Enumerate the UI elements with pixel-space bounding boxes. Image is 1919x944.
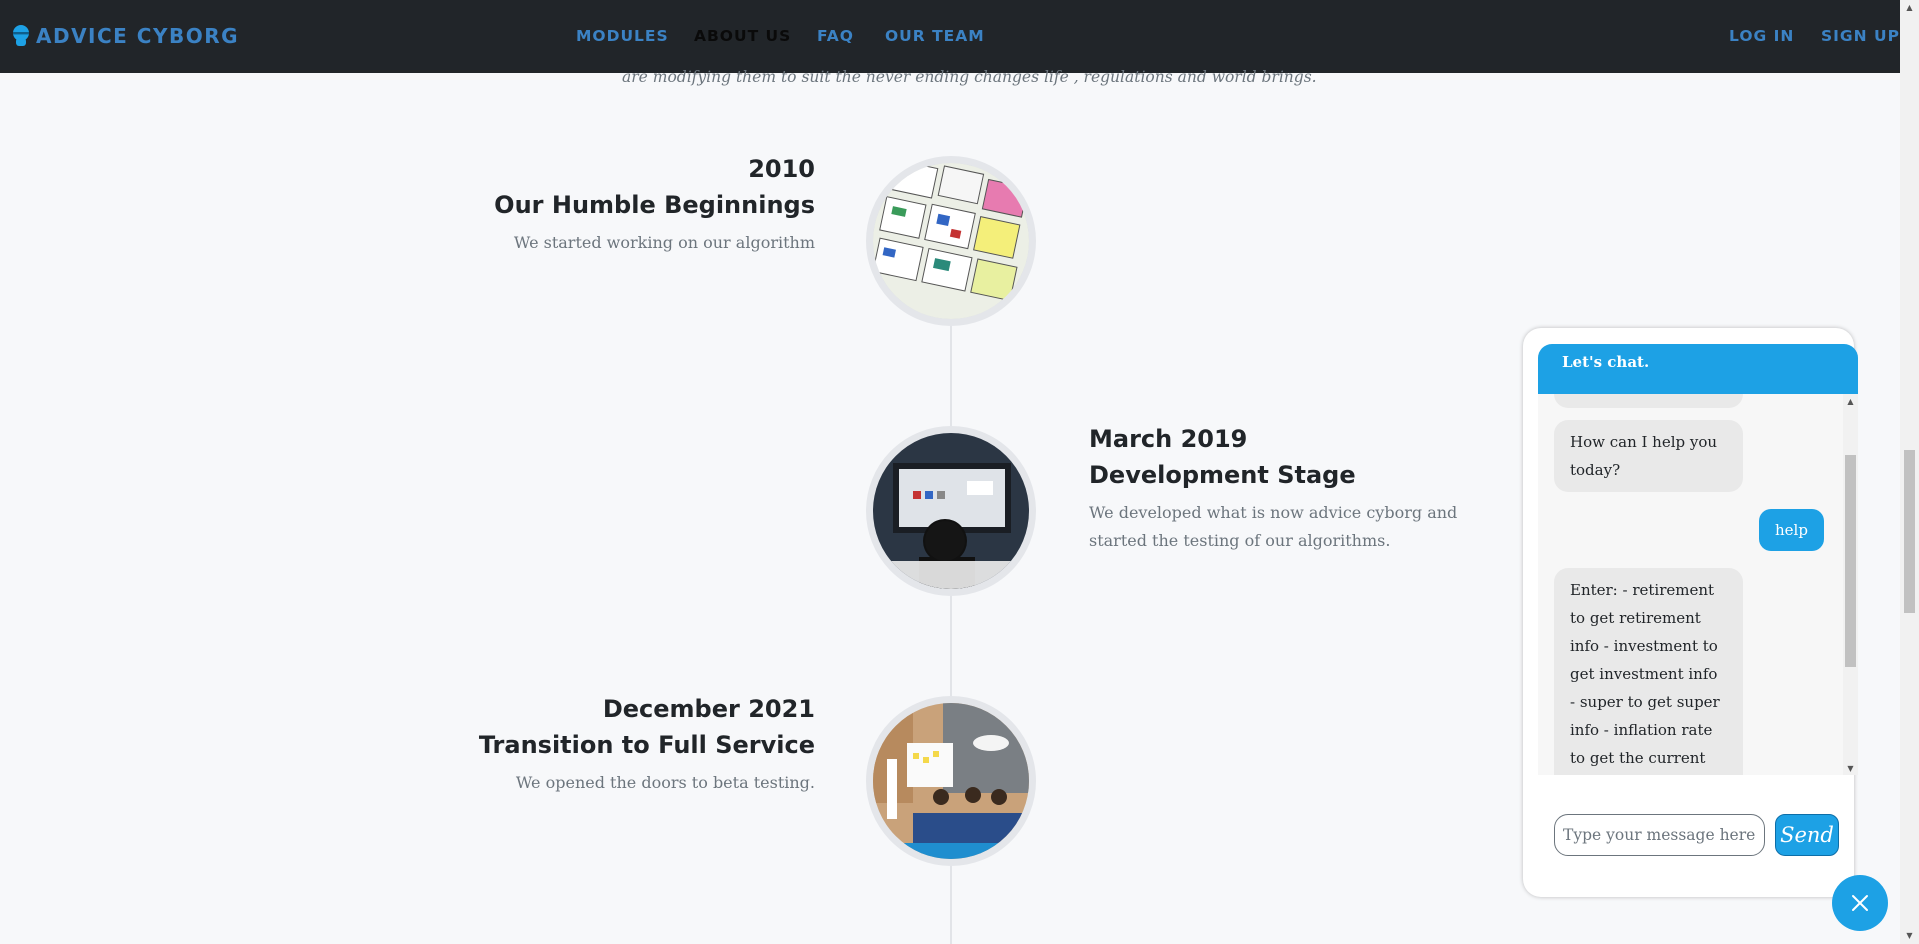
brand-name: ADVICE CYBORG (36, 24, 240, 48)
chat-messages[interactable]: How can I help you today? help Enter: - … (1538, 394, 1858, 775)
nav-our-team[interactable]: OUR TEAM (885, 27, 985, 45)
chat-scrollbar[interactable]: ▲ ▼ (1843, 394, 1858, 775)
timeline-image-2 (866, 426, 1036, 596)
nav-sign-up[interactable]: SIGN UP (1821, 27, 1900, 45)
team-meeting-image (873, 703, 1029, 859)
nav-modules[interactable]: MODULES (576, 27, 669, 45)
timeline-date-3: December 2021 (602, 695, 815, 723)
nav-faq[interactable]: FAQ (817, 27, 854, 45)
chat-bot-message: How can I help you today? (1554, 420, 1743, 492)
scroll-up-arrow-icon[interactable]: ▲ (1904, 2, 1915, 14)
chat-message-input[interactable] (1554, 814, 1765, 856)
timeline-date-1: 2010 (748, 155, 815, 183)
timeline-title-2: Development Stage (1089, 461, 1356, 489)
timeline-image-1 (866, 156, 1036, 326)
developer-at-monitor-image (873, 433, 1029, 589)
timeline-title-3: Transition to Full Service (478, 731, 815, 759)
brand-logo[interactable]: ADVICE CYBORG (12, 24, 239, 48)
chat-user-message: help (1759, 509, 1824, 551)
nav-log-in[interactable]: LOG IN (1729, 27, 1794, 45)
nav-about-us[interactable]: ABOUT US (694, 27, 791, 45)
chat-send-button[interactable]: Send (1775, 814, 1839, 856)
intro-text: are modifying them to suit the never end… (622, 68, 1317, 86)
scroll-down-arrow-icon[interactable]: ▼ (1904, 930, 1915, 942)
close-icon (1852, 895, 1868, 911)
navbar: ADVICE CYBORG MODULES ABOUT US FAQ OUR T… (0, 0, 1900, 73)
chat-scroll-thumb[interactable] (1845, 455, 1856, 667)
chat-bot-message-partial (1554, 394, 1743, 408)
timeline-image-3 (866, 696, 1036, 866)
timeline-date-2: March 2019 (1089, 425, 1248, 453)
chat-scroll-down-icon[interactable]: ▼ (1845, 764, 1856, 773)
timeline-title-1: Our Humble Beginnings (494, 191, 815, 219)
timeline-desc-1: We started working on our algorithm (513, 233, 815, 252)
close-chat-button[interactable] (1832, 875, 1888, 931)
chat-scroll-up-icon[interactable]: ▲ (1845, 397, 1856, 406)
wireframe-sketches-image (873, 163, 1029, 319)
timeline-desc-2: We developed what is now advice cyborg a… (1089, 503, 1458, 550)
cyborg-head-icon (13, 25, 29, 46)
page-scroll-thumb[interactable] (1904, 450, 1915, 613)
chat-header: Let's chat. (1538, 344, 1858, 394)
page-scrollbar[interactable]: ▲ ▼ (1900, 0, 1919, 944)
chat-bot-message: Enter: - retirement to get retirement in… (1554, 568, 1743, 775)
chat-widget: Let's chat. How can I help you today? he… (1523, 328, 1858, 897)
timeline-desc-3: We opened the doors to beta testing. (515, 773, 815, 792)
